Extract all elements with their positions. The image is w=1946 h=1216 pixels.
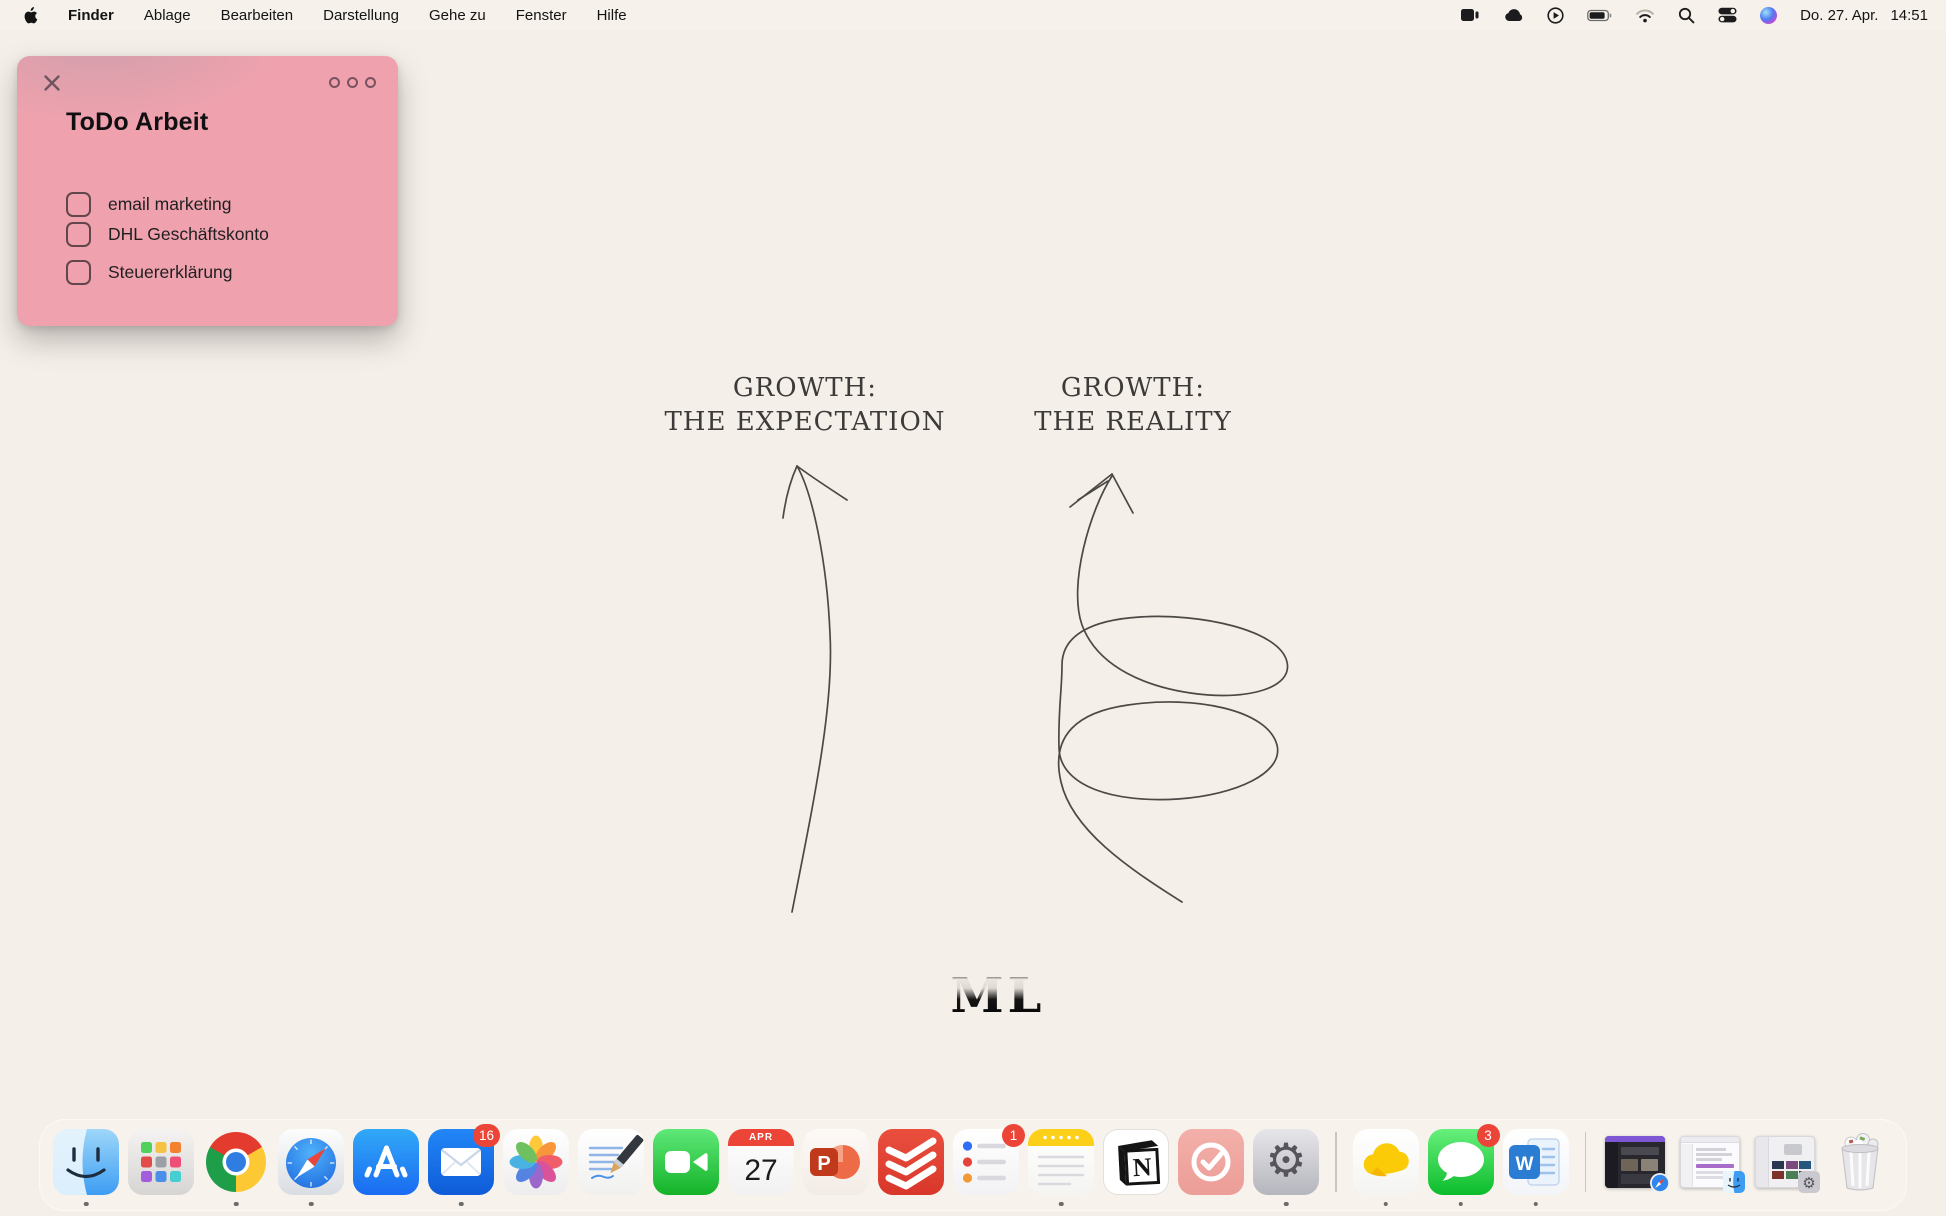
dock-cloud-drive-icon[interactable] [1352, 1129, 1419, 1206]
menubar-clock[interactable]: Do. 27. Apr. 14:51 [1800, 7, 1928, 24]
safari-mini-icon [1649, 1172, 1671, 1194]
menu-item-hilfe[interactable]: Hilfe [597, 7, 627, 24]
menu-item-ablage[interactable]: Ablage [144, 7, 191, 24]
svg-text:⚙: ⚙ [1802, 1174, 1815, 1192]
dock: 16 APR 27 P 1 N ⚙ 3 W ⚙ [39, 1119, 1907, 1211]
menu-item-fenster[interactable]: Fenster [516, 7, 567, 24]
dock-divider [1584, 1132, 1586, 1192]
dock-word-icon[interactable]: W [1502, 1129, 1569, 1206]
checkbox-email-marketing[interactable] [66, 192, 91, 217]
todo-label: DHL Geschäftskonto [108, 224, 269, 244]
menu-bar: Finder Ablage Bearbeiten Darstellung Geh… [0, 0, 1946, 30]
clock-time: 14:51 [1890, 6, 1928, 24]
running-indicator-dot [83, 1201, 89, 1206]
mail-badge: 16 [472, 1124, 500, 1147]
cloud-icon[interactable] [1504, 8, 1524, 22]
todo-row: email marketing [66, 192, 232, 217]
todo-row: DHL Geschäftskonto [66, 222, 269, 247]
arrow-squiggle-shaft [1057, 475, 1289, 903]
dock-powerpoint-icon[interactable]: P [803, 1129, 869, 1195]
search-icon[interactable] [1678, 7, 1695, 24]
menu-item-bearbeiten[interactable]: Bearbeiten [221, 7, 294, 24]
clock-date: Do. 27. Apr. [1800, 6, 1879, 24]
dock-todoist-icon[interactable] [878, 1129, 944, 1195]
arrow-straight-shaft [791, 465, 832, 913]
dock-finder-icon[interactable] [53, 1129, 119, 1206]
running-indicator-dot [1283, 1201, 1289, 1206]
todo-row: Steuererklärung [66, 260, 233, 285]
word-glyph: W [1515, 1154, 1533, 1175]
note-title: ToDo Arbeit [66, 108, 209, 136]
siri-icon[interactable] [1760, 6, 1778, 24]
calendar-day: 27 [744, 1153, 778, 1187]
menu-item-gehe-zu[interactable]: Gehe zu [429, 7, 486, 24]
running-indicator-dot [1383, 1201, 1388, 1206]
control-center-icon[interactable] [1718, 7, 1737, 23]
checkbox-steuererklaerung[interactable] [66, 260, 91, 285]
dock-mail-icon[interactable]: 16 [428, 1124, 500, 1206]
settings-mini-icon: ⚙ [1798, 1171, 1820, 1193]
running-indicator-dot [458, 1201, 464, 1206]
reminders-badge: 1 [1002, 1124, 1025, 1147]
play-circle-icon[interactable] [1547, 6, 1564, 24]
apple-menu-icon[interactable] [22, 6, 38, 25]
dock-trash-icon[interactable] [1827, 1129, 1893, 1195]
dock-system-settings-icon[interactable]: ⚙ [1253, 1129, 1319, 1206]
running-indicator-dot [308, 1201, 314, 1206]
messages-badge: 3 [1476, 1124, 1500, 1147]
running-indicator-dot [1458, 1201, 1463, 1206]
dock-minimized-window-safari[interactable] [1602, 1129, 1671, 1195]
dock-safari-icon[interactable] [278, 1129, 344, 1206]
todo-label: email marketing [108, 194, 232, 214]
battery-icon[interactable] [1587, 7, 1612, 24]
sticky-note[interactable]: ToDo Arbeit email marketing DHL Geschäft… [17, 56, 398, 326]
video-camera-icon[interactable] [1460, 7, 1481, 23]
dock-calendar-icon[interactable]: APR 27 [728, 1129, 794, 1195]
todo-label: Steuererklärung [108, 262, 233, 282]
running-indicator-dot [233, 1201, 239, 1206]
dock-launchpad-icon[interactable] [128, 1129, 194, 1195]
dock-notes-icon[interactable] [1028, 1129, 1094, 1206]
wifi-icon[interactable] [1635, 8, 1655, 23]
dock-app-store-icon[interactable] [353, 1129, 419, 1195]
dock-notion-icon[interactable]: N [1103, 1129, 1169, 1195]
dock-minimized-window-settings[interactable]: ⚙ [1752, 1129, 1820, 1195]
notion-glyph: N [1132, 1152, 1152, 1182]
dock-divider [1335, 1132, 1337, 1192]
menu-item-darstellung[interactable]: Darstellung [323, 7, 399, 24]
running-indicator-dot [1533, 1201, 1538, 1206]
dock-facetime-icon[interactable] [653, 1129, 719, 1195]
calendar-month: APR [728, 1129, 794, 1146]
finder-mini-icon [1723, 1171, 1745, 1193]
dock-textedit-icon[interactable] [578, 1129, 644, 1195]
dock-task-check-icon[interactable] [1178, 1129, 1244, 1195]
dock-reminders-icon[interactable]: 1 [953, 1124, 1025, 1195]
running-indicator-dot [1058, 1201, 1064, 1206]
more-options-icon[interactable] [329, 77, 376, 88]
checkbox-dhl-geschaeftskonto[interactable] [66, 222, 91, 247]
dock-messages-icon[interactable]: 3 [1427, 1124, 1500, 1206]
dock-photos-icon[interactable] [503, 1129, 569, 1195]
dock-chrome-icon[interactable] [203, 1129, 269, 1206]
menu-item-finder[interactable]: Finder [68, 7, 114, 24]
powerpoint-glyph: P [817, 1153, 830, 1175]
dock-minimized-window-finder[interactable] [1677, 1129, 1745, 1195]
close-icon[interactable] [42, 73, 62, 93]
gear-icon: ⚙ [1265, 1133, 1307, 1188]
